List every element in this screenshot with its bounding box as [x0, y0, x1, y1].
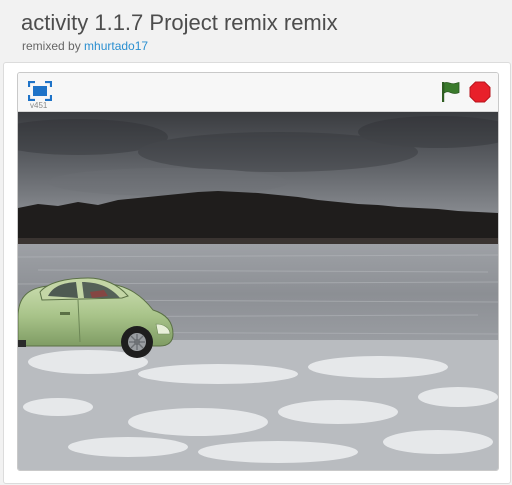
project-header: activity 1.1.7 Project remix remix remix…	[0, 0, 512, 62]
project-player: v451	[17, 72, 499, 471]
stop-button[interactable]	[469, 81, 491, 103]
author-link[interactable]: mhurtado17	[84, 39, 148, 53]
fullscreen-icon	[27, 80, 53, 102]
stop-sign-icon	[469, 81, 491, 103]
version-label: v451	[30, 101, 48, 110]
green-flag-icon	[442, 82, 460, 102]
stage[interactable]	[18, 112, 498, 470]
remixed-by-label: remixed by	[22, 39, 81, 53]
project-title: activity 1.1.7 Project remix remix	[21, 10, 338, 35]
fullscreen-button[interactable]	[27, 80, 53, 102]
remix-credit: remixed by mhurtado17	[22, 39, 148, 53]
player-controls: v451	[18, 73, 498, 112]
green-flag-button[interactable]	[438, 80, 462, 104]
